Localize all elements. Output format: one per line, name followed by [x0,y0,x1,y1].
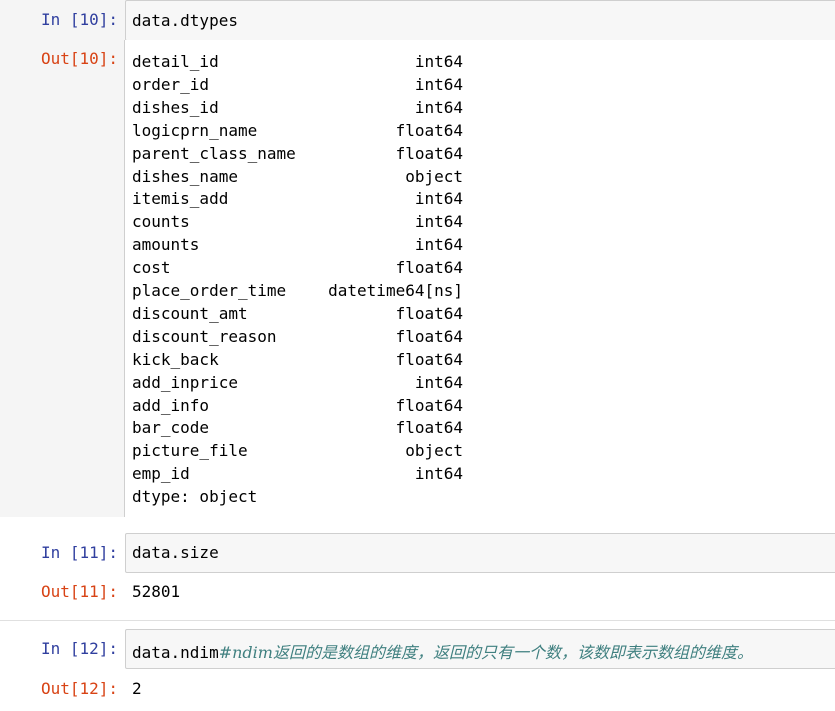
cell-12-output: 2 [132,679,142,698]
cell-11[interactable]: In [11]: data.size Out[11]: 52801 [0,533,835,613]
cell-10-out-prompt: Out[10]: [40,49,118,68]
column-dtype: int64 [414,212,463,232]
cell-11-input[interactable]: data.size [125,533,835,573]
cell-12-input[interactable]: data.ndim#ndim返回的是数组的维度，返回的只有一个数，该数即表示数组… [125,629,835,669]
cell-10-code[interactable]: data.dtypes [132,11,238,30]
column-dtype: float64 [395,258,463,278]
column-dtype: float64 [395,143,463,163]
cell-12-comment: #ndim返回的是数组的维度，返回的只有一个数，该数即表示数组的维度。 [218,643,753,662]
dtype-footer: dtype: object [132,487,258,507]
column-dtype: float64 [395,418,463,438]
column-dtype: datetime64[ns] [328,281,463,300]
cell-12-out-prompt: Out[12]: [40,679,118,698]
cell-12-code[interactable]: data.ndim#ndim返回的是数组的维度，返回的只有一个数，该数即表示数组… [132,639,753,663]
cell-divider [0,620,835,621]
column-dtype: float64 [395,349,463,369]
column-dtype: int64 [414,189,463,209]
column-dtype: int64 [414,464,463,484]
cell-11-out-prompt: Out[11]: [40,582,118,601]
column-dtype: int64 [414,235,463,255]
cell-10[interactable]: In [10]: data.dtypes Out[10]: detail_id i… [0,0,835,517]
cell-10-input[interactable]: data.dtypes [125,0,835,41]
column-dtype: int64 [414,372,463,392]
cell-12[interactable]: In [12]: data.ndim#ndim返回的是数组的维度，返回的只有一个… [0,629,835,711]
cell-10-output-gutter [0,40,125,517]
cell-12-in-prompt: In [12]: [40,639,118,658]
column-dtype: int64 [414,52,463,71]
dtypes-table: detail_id int64 order_id int64 dishes_id int6… [132,50,472,510]
cell-11-output: 52801 [132,582,181,601]
column-dtype: object [405,441,463,461]
column-dtype: object [405,166,463,186]
cell-12-code-text: data.ndim [132,643,219,662]
column-dtype: float64 [395,395,463,415]
column-dtype: int64 [414,97,463,117]
column-dtype: float64 [395,303,463,323]
column-dtype: int64 [414,74,463,94]
column-dtype: float64 [395,120,463,140]
column-dtype: float64 [395,326,463,346]
cell-11-in-prompt: In [11]: [40,543,118,562]
cell-10-in-prompt: In [10]: [40,10,118,29]
cell-11-code[interactable]: data.size [132,543,219,562]
